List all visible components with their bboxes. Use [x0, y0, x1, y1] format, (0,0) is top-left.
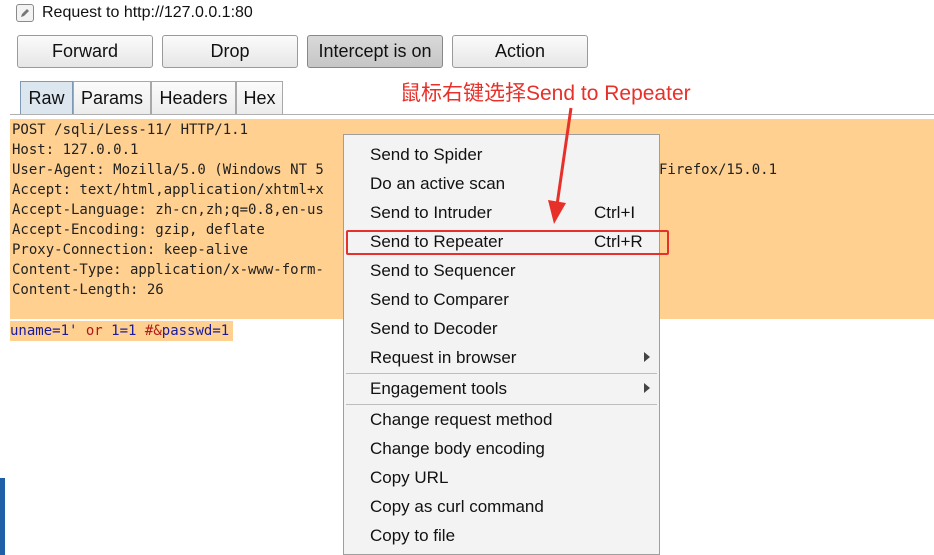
annotation-arrow-icon [548, 107, 573, 224]
